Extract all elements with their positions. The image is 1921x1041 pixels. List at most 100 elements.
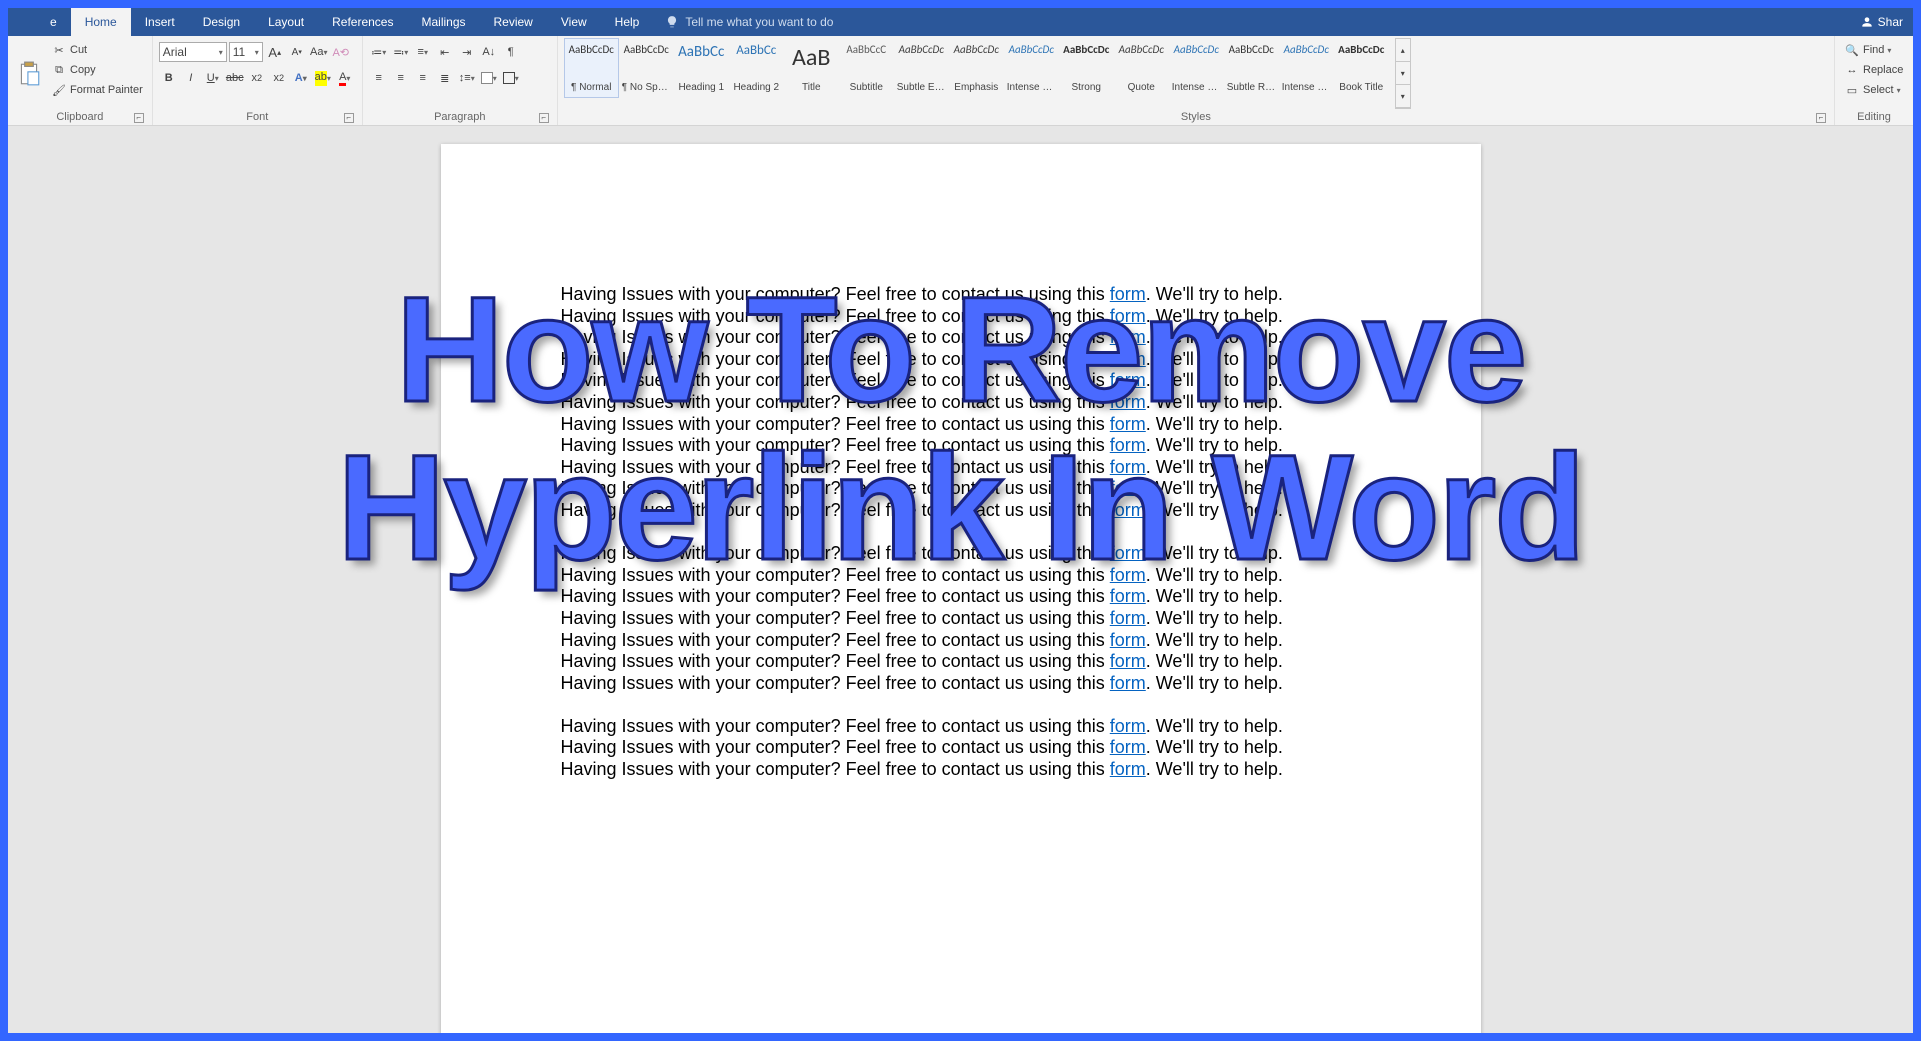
tab-file[interactable]: e: [36, 8, 71, 36]
show-marks-button[interactable]: ¶: [501, 42, 521, 62]
borders-button[interactable]: ▾: [501, 68, 521, 88]
form-link[interactable]: form: [1110, 630, 1146, 650]
paste-icon[interactable]: [16, 59, 42, 89]
form-link[interactable]: form: [1110, 457, 1146, 477]
style-book-title[interactable]: AaBbCcDcBook Title: [1334, 38, 1389, 98]
tab-view[interactable]: View: [547, 8, 601, 36]
tab-review[interactable]: Review: [480, 8, 547, 36]
doc-line[interactable]: Having Issues with your computer? Feel f…: [561, 457, 1361, 479]
select-button[interactable]: ▭Select▾: [1841, 81, 1907, 99]
doc-line[interactable]: Having Issues with your computer? Feel f…: [561, 759, 1361, 781]
tab-design[interactable]: Design: [189, 8, 254, 36]
page[interactable]: Having Issues with your computer? Feel f…: [441, 144, 1481, 1033]
bold-button[interactable]: B: [159, 68, 179, 88]
tab-help[interactable]: Help: [601, 8, 654, 36]
change-case-button[interactable]: Aa▾: [309, 42, 329, 62]
form-link[interactable]: form: [1110, 414, 1146, 434]
doc-line[interactable]: Having Issues with your computer? Feel f…: [561, 349, 1361, 371]
doc-line[interactable]: Having Issues with your computer? Feel f…: [561, 327, 1361, 349]
italic-button[interactable]: I: [181, 68, 201, 88]
styles-launcher[interactable]: ⌐: [1816, 113, 1826, 123]
replace-button[interactable]: ↔Replace: [1841, 61, 1907, 79]
style-intense-e---[interactable]: AaBbCcDcIntense E...: [1004, 38, 1059, 98]
justify-button[interactable]: ≣: [435, 68, 455, 88]
doc-line[interactable]: Having Issues with your computer? Feel f…: [561, 651, 1361, 673]
form-link[interactable]: form: [1110, 478, 1146, 498]
form-link[interactable]: form: [1110, 349, 1146, 369]
form-link[interactable]: form: [1110, 759, 1146, 779]
tab-insert[interactable]: Insert: [131, 8, 189, 36]
shading-button[interactable]: ▾: [479, 68, 499, 88]
doc-line[interactable]: Having Issues with your computer? Feel f…: [561, 306, 1361, 328]
superscript-button[interactable]: x2: [269, 68, 289, 88]
style-emphasis[interactable]: AaBbCcDcEmphasis: [949, 38, 1004, 98]
share-button[interactable]: Shar: [1860, 15, 1903, 29]
cut-button[interactable]: ✂Cut: [48, 41, 146, 59]
form-link[interactable]: form: [1110, 651, 1146, 671]
doc-line[interactable]: Having Issues with your computer? Feel f…: [561, 630, 1361, 652]
tab-layout[interactable]: Layout: [254, 8, 318, 36]
form-link[interactable]: form: [1110, 673, 1146, 693]
form-link[interactable]: form: [1110, 370, 1146, 390]
decrease-indent-button[interactable]: ⇤: [435, 42, 455, 62]
shrink-font-button[interactable]: A▾: [287, 42, 307, 62]
underline-button[interactable]: U▾: [203, 68, 223, 88]
subscript-button[interactable]: x2: [247, 68, 267, 88]
form-link[interactable]: form: [1110, 500, 1146, 520]
font-color-button[interactable]: A▾: [335, 68, 355, 88]
doc-line[interactable]: Having Issues with your computer? Feel f…: [561, 737, 1361, 759]
doc-line[interactable]: Having Issues with your computer? Feel f…: [561, 586, 1361, 608]
form-link[interactable]: form: [1110, 716, 1146, 736]
font-size-combo[interactable]: 11▾: [229, 42, 263, 62]
form-link[interactable]: form: [1110, 306, 1146, 326]
style-subtle-em---[interactable]: AaBbCcDcSubtle Em...: [894, 38, 949, 98]
styles-more[interactable]: ▴▾▾: [1395, 38, 1411, 109]
doc-line[interactable]: Having Issues with your computer? Feel f…: [561, 608, 1361, 630]
paragraph-launcher[interactable]: ⌐: [539, 113, 549, 123]
font-launcher[interactable]: ⌐: [344, 113, 354, 123]
form-link[interactable]: form: [1110, 543, 1146, 563]
document-area[interactable]: Having Issues with your computer? Feel f…: [8, 126, 1913, 1033]
text-effects-button[interactable]: A▾: [291, 68, 311, 88]
bullets-button[interactable]: ≔▾: [369, 42, 389, 62]
align-left-button[interactable]: ≡: [369, 68, 389, 88]
style---normal[interactable]: AaBbCcDc¶ Normal: [564, 38, 619, 98]
copy-button[interactable]: ⧉Copy: [48, 61, 146, 79]
tab-mailings[interactable]: Mailings: [407, 8, 479, 36]
multilevel-list-button[interactable]: ≡▾: [413, 42, 433, 62]
doc-line[interactable]: Having Issues with your computer? Feel f…: [561, 284, 1361, 306]
doc-line[interactable]: Having Issues with your computer? Feel f…: [561, 565, 1361, 587]
style-subtle-ref---[interactable]: AaBbCcDcSubtle Ref...: [1224, 38, 1279, 98]
form-link[interactable]: form: [1110, 565, 1146, 585]
style-subtitle[interactable]: AaBbCcCSubtitle: [839, 38, 894, 98]
tab-references[interactable]: References: [318, 8, 407, 36]
style-intense-re---[interactable]: AaBbCcDcIntense Re...: [1279, 38, 1334, 98]
grow-font-button[interactable]: A▴: [265, 42, 285, 62]
align-right-button[interactable]: ≡: [413, 68, 433, 88]
doc-line[interactable]: Having Issues with your computer? Feel f…: [561, 435, 1361, 457]
clipboard-launcher[interactable]: ⌐: [134, 113, 144, 123]
font-name-combo[interactable]: Arial▾: [159, 42, 227, 62]
tell-me-search[interactable]: Tell me what you want to do: [665, 15, 833, 29]
form-link[interactable]: form: [1110, 284, 1146, 304]
line-spacing-button[interactable]: ↕≡▾: [457, 68, 477, 88]
style-intense-q---[interactable]: AaBbCcDcIntense Q...: [1169, 38, 1224, 98]
doc-line[interactable]: Having Issues with your computer? Feel f…: [561, 543, 1361, 565]
doc-line[interactable]: Having Issues with your computer? Feel f…: [561, 414, 1361, 436]
form-link[interactable]: form: [1110, 327, 1146, 347]
format-painter-button[interactable]: 🖌Format Painter: [48, 81, 146, 99]
increase-indent-button[interactable]: ⇥: [457, 42, 477, 62]
style-strong[interactable]: AaBbCcDcStrong: [1059, 38, 1114, 98]
highlight-button[interactable]: ab▾: [313, 68, 333, 88]
style-heading-2[interactable]: AaBbCcHeading 2: [729, 38, 784, 98]
style-title[interactable]: AaBTitle: [784, 38, 839, 98]
form-link[interactable]: form: [1110, 608, 1146, 628]
doc-line[interactable]: Having Issues with your computer? Feel f…: [561, 392, 1361, 414]
form-link[interactable]: form: [1110, 586, 1146, 606]
style-heading-1[interactable]: AaBbCcHeading 1: [674, 38, 729, 98]
doc-line[interactable]: Having Issues with your computer? Feel f…: [561, 370, 1361, 392]
align-center-button[interactable]: ≡: [391, 68, 411, 88]
doc-line[interactable]: Having Issues with your computer? Feel f…: [561, 716, 1361, 738]
styles-gallery[interactable]: AaBbCcDc¶ NormalAaBbCcDc¶ No Spac...AaBb…: [564, 38, 1389, 109]
form-link[interactable]: form: [1110, 392, 1146, 412]
